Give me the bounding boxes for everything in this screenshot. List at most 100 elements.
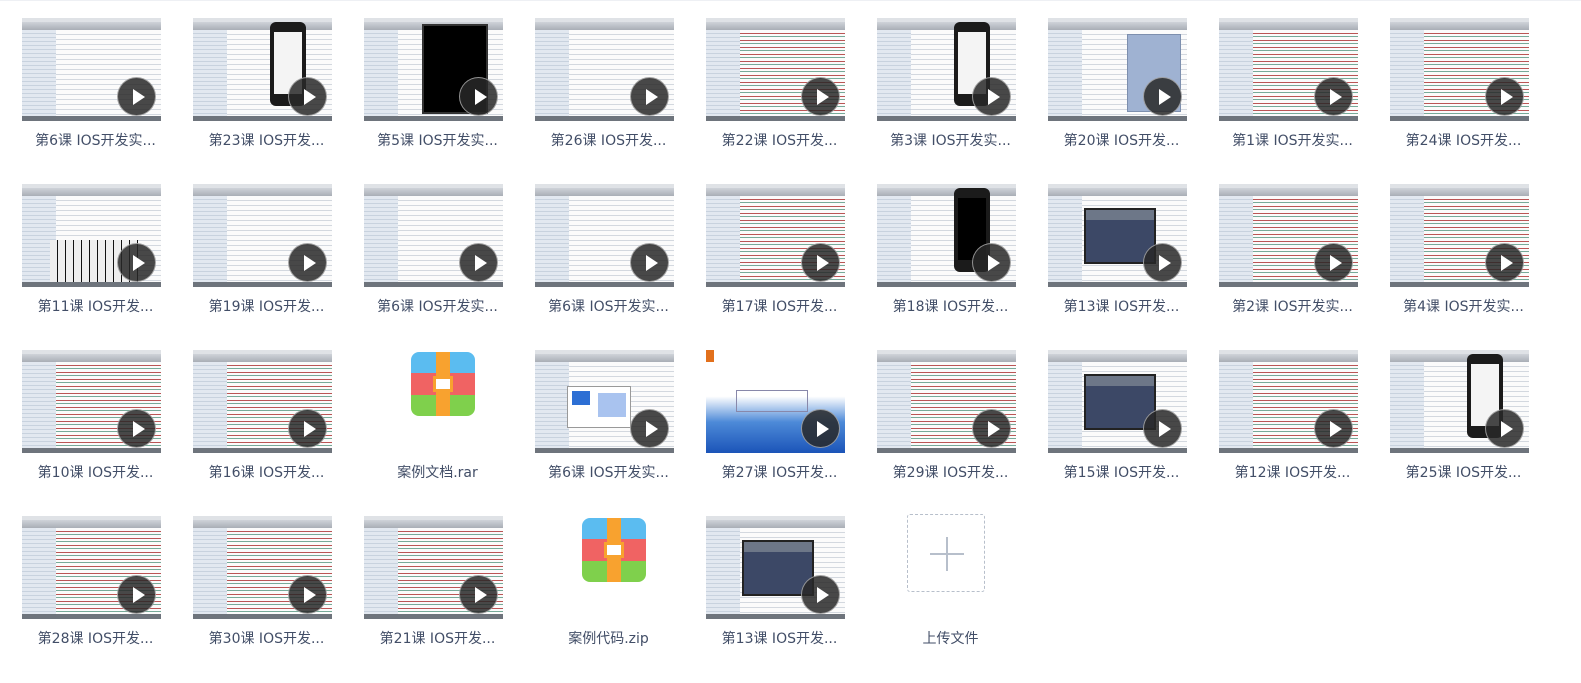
play-icon[interactable] <box>288 243 327 282</box>
video-thumbnail[interactable] <box>1048 184 1187 287</box>
file-name[interactable]: 第12课 IOS开发... <box>1207 462 1378 482</box>
archive-file-tile[interactable]: 案例代码.zip <box>513 498 684 664</box>
play-icon[interactable] <box>459 575 498 614</box>
video-file-tile[interactable]: 第11课 IOS开发... <box>0 166 171 332</box>
file-name[interactable]: 第13课 IOS开发... <box>1036 296 1207 316</box>
file-name[interactable]: 第6课 IOS开发实... <box>523 462 694 482</box>
play-icon[interactable] <box>1485 77 1524 116</box>
video-file-tile[interactable]: 第18课 IOS开发... <box>855 166 1026 332</box>
video-file-tile[interactable]: 第1课 IOS开发实... <box>1197 0 1368 166</box>
file-name[interactable]: 第1课 IOS开发实... <box>1207 130 1378 150</box>
video-thumbnail[interactable] <box>22 516 161 619</box>
play-icon[interactable] <box>630 409 669 448</box>
play-icon[interactable] <box>801 77 840 116</box>
video-file-tile[interactable]: 第19课 IOS开发... <box>171 166 342 332</box>
play-icon[interactable] <box>1314 243 1353 282</box>
file-name[interactable]: 第26课 IOS开发... <box>523 130 694 150</box>
file-name[interactable]: 第13课 IOS开发... <box>694 628 865 648</box>
video-file-tile[interactable]: 第26课 IOS开发... <box>513 0 684 166</box>
video-thumbnail[interactable] <box>535 18 674 121</box>
video-thumbnail[interactable] <box>22 350 161 453</box>
play-icon[interactable] <box>1143 77 1182 116</box>
video-thumbnail[interactable] <box>877 184 1016 287</box>
video-file-tile[interactable]: 第24课 IOS开发... <box>1368 0 1539 166</box>
play-icon[interactable] <box>288 409 327 448</box>
play-icon[interactable] <box>117 409 156 448</box>
video-thumbnail[interactable] <box>535 184 674 287</box>
video-thumbnail[interactable] <box>1048 18 1187 121</box>
play-icon[interactable] <box>459 77 498 116</box>
archive-icon[interactable] <box>582 518 646 582</box>
play-icon[interactable] <box>972 77 1011 116</box>
video-file-tile[interactable]: 第6课 IOS开发实... <box>513 332 684 498</box>
video-file-tile[interactable]: 第13课 IOS开发... <box>684 498 855 664</box>
video-file-tile[interactable]: 第16课 IOS开发... <box>171 332 342 498</box>
video-thumbnail[interactable] <box>193 184 332 287</box>
video-file-tile[interactable]: 第23课 IOS开发... <box>171 0 342 166</box>
play-icon[interactable] <box>1143 409 1182 448</box>
play-icon[interactable] <box>1485 409 1524 448</box>
play-icon[interactable] <box>117 243 156 282</box>
file-name[interactable]: 第6课 IOS开发实... <box>523 296 694 316</box>
video-file-tile[interactable]: 第6课 IOS开发实... <box>342 166 513 332</box>
video-file-tile[interactable]: 第17课 IOS开发... <box>684 166 855 332</box>
video-file-tile[interactable]: 第6课 IOS开发实... <box>513 166 684 332</box>
video-file-tile[interactable]: 第20课 IOS开发... <box>1026 0 1197 166</box>
file-name[interactable]: 第29课 IOS开发... <box>865 462 1036 482</box>
file-name[interactable]: 第6课 IOS开发实... <box>10 130 181 150</box>
video-thumbnail[interactable] <box>22 18 161 121</box>
file-name[interactable]: 第4课 IOS开发实... <box>1378 296 1549 316</box>
video-thumbnail[interactable] <box>1219 350 1358 453</box>
video-thumbnail[interactable] <box>1390 350 1529 453</box>
video-file-tile[interactable]: 第6课 IOS开发实... <box>0 0 171 166</box>
video-thumbnail[interactable] <box>193 350 332 453</box>
play-icon[interactable] <box>972 243 1011 282</box>
video-thumbnail[interactable] <box>364 516 503 619</box>
play-icon[interactable] <box>117 77 156 116</box>
file-name[interactable]: 第30课 IOS开发... <box>181 628 352 648</box>
file-name[interactable]: 案例文档.rar <box>352 462 523 482</box>
video-file-tile[interactable]: 第4课 IOS开发实... <box>1368 166 1539 332</box>
play-icon[interactable] <box>288 77 327 116</box>
video-file-tile[interactable]: 第10课 IOS开发... <box>0 332 171 498</box>
video-thumbnail[interactable] <box>706 18 845 121</box>
upload-label[interactable]: 上传文件 <box>865 628 1036 648</box>
video-file-tile[interactable]: 第15课 IOS开发... <box>1026 332 1197 498</box>
video-thumbnail[interactable] <box>22 184 161 287</box>
file-name[interactable]: 第10课 IOS开发... <box>10 462 181 482</box>
play-icon[interactable] <box>972 409 1011 448</box>
video-thumbnail[interactable] <box>706 184 845 287</box>
video-thumbnail[interactable] <box>1048 350 1187 453</box>
file-name[interactable]: 第22课 IOS开发... <box>694 130 865 150</box>
file-name[interactable]: 第16课 IOS开发... <box>181 462 352 482</box>
video-thumbnail[interactable] <box>1219 18 1358 121</box>
video-file-tile[interactable]: 第5课 IOS开发实... <box>342 0 513 166</box>
play-icon[interactable] <box>459 243 498 282</box>
video-file-tile[interactable]: 第27课 IOS开发... <box>684 332 855 498</box>
video-thumbnail[interactable] <box>1219 184 1358 287</box>
video-thumbnail[interactable] <box>364 184 503 287</box>
file-name[interactable]: 第27课 IOS开发... <box>694 462 865 482</box>
video-thumbnail[interactable] <box>877 350 1016 453</box>
video-file-tile[interactable]: 第12课 IOS开发... <box>1197 332 1368 498</box>
upload-file-tile[interactable]: 上传文件 <box>855 498 1026 664</box>
file-name[interactable]: 第19课 IOS开发... <box>181 296 352 316</box>
play-icon[interactable] <box>1485 243 1524 282</box>
video-thumbnail[interactable] <box>535 350 674 453</box>
file-name[interactable]: 第20课 IOS开发... <box>1036 130 1207 150</box>
video-thumbnail[interactable] <box>364 18 503 121</box>
video-file-tile[interactable]: 第22课 IOS开发... <box>684 0 855 166</box>
file-name[interactable]: 第28课 IOS开发... <box>10 628 181 648</box>
play-icon[interactable] <box>630 77 669 116</box>
file-name[interactable]: 案例代码.zip <box>523 628 694 648</box>
video-file-tile[interactable]: 第30课 IOS开发... <box>171 498 342 664</box>
video-file-tile[interactable]: 第28课 IOS开发... <box>0 498 171 664</box>
video-file-tile[interactable]: 第29课 IOS开发... <box>855 332 1026 498</box>
file-name[interactable]: 第3课 IOS开发实... <box>865 130 1036 150</box>
file-name[interactable]: 第24课 IOS开发... <box>1378 130 1549 150</box>
video-thumbnail[interactable] <box>193 18 332 121</box>
video-thumbnail[interactable] <box>1390 184 1529 287</box>
play-icon[interactable] <box>1143 243 1182 282</box>
file-name[interactable]: 第18课 IOS开发... <box>865 296 1036 316</box>
video-thumbnail[interactable] <box>877 18 1016 121</box>
